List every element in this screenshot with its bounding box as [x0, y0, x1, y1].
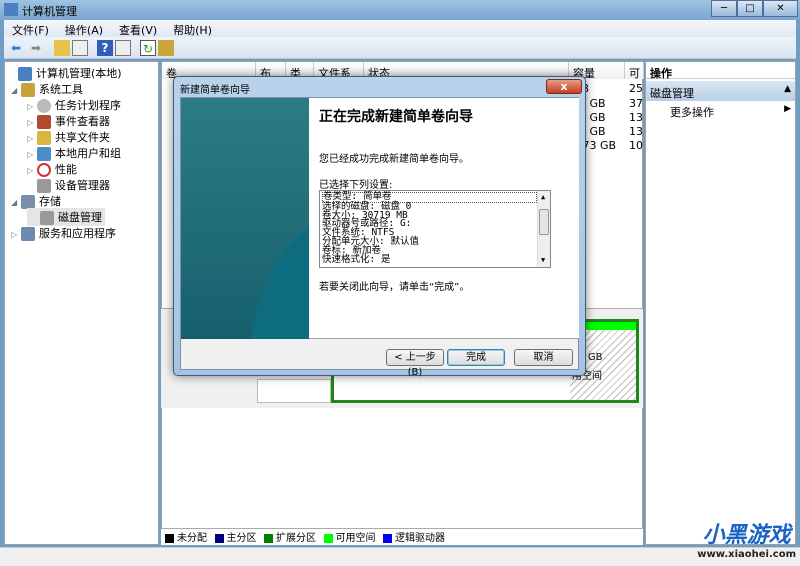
settings-label: 已选择下列设置: — [319, 180, 393, 191]
tree-item-event-viewer[interactable]: ▷ 事件查看器 — [27, 113, 110, 129]
services-icon — [21, 227, 35, 241]
minimize-button[interactable]: ─ — [711, 0, 737, 17]
title-bar: 计算机管理 ─ □ ✕ — [0, 0, 800, 20]
storage-icon — [21, 195, 35, 209]
navigation-tree: 计算机管理(本地) ◢ 系统工具 ▷ 任务计划程序 ▷ 事件查看器 ▷ 共享文件夹 ▷ 本… — [4, 61, 159, 545]
scroll-down-icon: ▼ — [541, 256, 546, 265]
close-hint: 若要关闭此向导，请单击“完成”。 — [319, 282, 470, 293]
submenu-arrow-icon: ▶ — [784, 104, 791, 114]
free-cell: 10 — [629, 139, 643, 152]
new-simple-volume-wizard: 新建简单卷向导 x 正在完成新建简单卷向导 您已经成功完成新建简单卷向导。 已选… — [173, 76, 586, 378]
wizard-heading: 正在完成新建简单卷向导 — [319, 109, 473, 125]
partition-block[interactable] — [257, 379, 331, 403]
legend-primary: 主分区 — [214, 529, 257, 544]
help-icon[interactable]: ? — [97, 40, 113, 56]
wizard-banner-image — [181, 98, 309, 339]
legend-free-space: 可用空间 — [323, 529, 376, 544]
success-message: 您已经成功完成新建简单卷向导。 — [319, 154, 469, 165]
close-button[interactable]: ✕ — [763, 0, 798, 17]
performance-icon — [37, 163, 51, 177]
clock-icon — [37, 99, 51, 113]
scrollbar-thumb[interactable] — [539, 209, 549, 235]
watermark-logo: 小黑游戏 www.xiaohei.com — [697, 523, 796, 560]
back-icon[interactable]: ⬅ — [8, 40, 24, 56]
settings-scrollbar[interactable]: ▲ ▼ — [537, 191, 550, 267]
legend-unallocated: 未分配 — [165, 529, 207, 544]
free-cell: 13 — [629, 111, 643, 124]
show-hide-tree-icon[interactable] — [72, 40, 88, 56]
refresh-icon[interactable]: ↻ — [140, 40, 156, 56]
free-cell: 25 — [629, 82, 643, 95]
disk-icon — [40, 211, 54, 225]
window-title: 计算机管理 — [22, 5, 77, 18]
cancel-button[interactable]: 取消 — [514, 349, 573, 366]
legend-extended: 扩展分区 — [264, 529, 316, 544]
menu-bar: 文件(F) 操作(A) 查看(V) 帮助(H) — [4, 20, 796, 37]
tree-item-disk-management[interactable]: 磁盘管理 — [27, 208, 105, 226]
shared-folder-icon — [37, 131, 51, 145]
actions-section-disk-management[interactable]: 磁盘管理 ▲ — [646, 81, 795, 101]
tree-item-performance[interactable]: ▷ 性能 — [27, 161, 77, 177]
more-actions-item[interactable]: 更多操作 ▶ — [646, 102, 795, 120]
legend-logical: 逻辑驱动器 — [383, 529, 445, 544]
users-icon — [37, 147, 51, 161]
actions-header: 操作 — [646, 62, 795, 80]
forward-icon[interactable]: ➡ — [28, 40, 44, 56]
up-folder-icon[interactable] — [54, 40, 70, 56]
finish-button[interactable]: 完成 — [447, 349, 505, 366]
actions-pane: 操作 磁盘管理 ▲ 更多操作 ▶ — [645, 61, 796, 545]
free-cell: 37 — [629, 97, 643, 110]
tree-item-task-scheduler[interactable]: ▷ 任务计划程序 — [27, 97, 121, 113]
collapse-icon: ▲ — [784, 84, 791, 94]
tree-item-system-tools[interactable]: ◢ 系统工具 — [11, 81, 83, 97]
legend: 未分配 主分区 扩展分区 可用空间 逻辑驱动器 — [161, 528, 643, 545]
tree-item-shared-folders[interactable]: ▷ 共享文件夹 — [27, 129, 110, 145]
scroll-up-icon: ▲ — [541, 193, 546, 201]
dialog-title: 新建简单卷向导 — [180, 85, 250, 96]
column-free[interactable]: 可 — [625, 62, 644, 80]
status-bar — [0, 547, 800, 566]
device-manager-icon — [37, 179, 51, 193]
computer-icon — [18, 67, 32, 81]
maximize-button[interactable]: □ — [737, 0, 763, 17]
tree-item-services-apps[interactable]: ▷ 服务和应用程序 — [11, 225, 116, 241]
show-hide-action-pane-icon[interactable] — [115, 40, 131, 56]
free-cell: 13 — [629, 125, 643, 138]
toolbar: ⬅ ➡ ? ↻ — [4, 37, 796, 59]
properties-icon[interactable] — [158, 40, 174, 56]
tree-item-computer-management[interactable]: 计算机管理(本地) — [8, 65, 122, 81]
tools-icon — [21, 83, 35, 97]
dialog-close-button[interactable]: x — [546, 79, 582, 94]
tree-item-storage[interactable]: ◢ 存储 — [11, 193, 61, 209]
event-viewer-icon — [37, 115, 51, 129]
tree-item-local-users[interactable]: ▷ 本地用户和组 — [27, 145, 121, 161]
tree-item-device-manager[interactable]: 设备管理器 — [27, 177, 110, 193]
computer-management-icon — [4, 3, 18, 16]
settings-list[interactable]: 卷类型: 简单卷 选择的磁盘: 磁盘 0 卷大小: 30719 MB 驱动器号或… — [319, 190, 551, 268]
back-button[interactable]: < 上一步(B) — [386, 349, 444, 378]
